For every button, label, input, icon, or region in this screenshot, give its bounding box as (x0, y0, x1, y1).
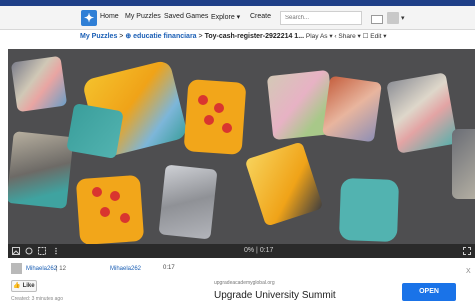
cash-register-key-icon (198, 95, 208, 105)
breadcrumb-folder[interactable]: ⊕ educatie financiara (125, 33, 196, 40)
puzzle-piece[interactable] (10, 55, 68, 113)
breadcrumb: My Puzzles > ⊕ educatie financiara > Toy… (80, 32, 387, 46)
nav-my-puzzles-link[interactable]: My Puzzles (125, 13, 161, 20)
author-puzzle-count: | 12 (56, 266, 66, 272)
top-navbar: ✦ Home My Puzzles Saved Games Explore ▾ … (0, 6, 475, 30)
like-button[interactable]: 👍 Like (11, 280, 37, 292)
nav-saved-games-link[interactable]: Saved Games (164, 13, 208, 20)
author-avatar[interactable] (11, 263, 22, 274)
user-avatar[interactable] (387, 12, 399, 24)
puzzle-piece[interactable] (244, 141, 324, 227)
cash-register-key-icon (92, 187, 102, 197)
puzzle-controls-bar: 0% | 0:17 (8, 244, 475, 258)
search-input[interactable] (280, 11, 362, 25)
solver-name-link[interactable]: Mihaela262 (110, 266, 141, 272)
nav-create-link[interactable]: Create (250, 13, 271, 20)
puzzle-piece[interactable] (386, 72, 458, 154)
puzzle-board[interactable] (8, 49, 475, 244)
cash-register-key-icon (120, 213, 130, 223)
puzzle-piece[interactable] (322, 75, 382, 143)
fullscreen-icon[interactable] (463, 247, 471, 255)
user-menu-chevron-icon[interactable]: ▾ (401, 14, 405, 22)
puzzle-piece[interactable] (338, 178, 400, 242)
created-timestamp: Created: 3 minutes ago (11, 296, 63, 302)
puzzle-piece[interactable] (8, 131, 74, 209)
ad-open-button[interactable]: OPEN (402, 283, 456, 301)
solve-time: 0:17 (163, 265, 175, 271)
ad-close-icon[interactable]: X (466, 268, 471, 275)
nav-explore-menu[interactable]: Explore ▾ (211, 13, 240, 21)
edit-menu[interactable]: ☐ Edit ▾ (361, 33, 387, 40)
puzzle-piece[interactable] (66, 103, 124, 159)
site-logo-icon[interactable]: ✦ (81, 10, 97, 26)
thumbs-up-icon: 👍 (13, 283, 21, 289)
cash-register-key-icon (204, 115, 214, 125)
author-name-link[interactable]: Mihaela262 (26, 266, 57, 272)
ghost-image-icon[interactable] (25, 247, 33, 255)
nav-home-link[interactable]: Home (100, 13, 119, 20)
more-options-icon[interactable] (52, 247, 60, 255)
puzzle-piece[interactable] (75, 174, 145, 244)
progress-timer: 0% | 0:17 (244, 247, 274, 254)
like-label: Like (22, 283, 35, 289)
ad-url: upgradeacademyglobal.org (214, 280, 275, 286)
share-menu[interactable]: ‹ Share ▾ (333, 33, 360, 40)
ad-title[interactable]: Upgrade University Summit (214, 290, 336, 301)
breadcrumb-my-puzzles[interactable]: My Puzzles (80, 33, 117, 40)
puzzle-piece[interactable] (452, 129, 475, 199)
cash-register-key-icon (110, 191, 120, 201)
advertisement[interactable]: upgradeacademyglobal.org Upgrade Univers… (206, 270, 466, 306)
image-preview-icon[interactable] (12, 247, 20, 255)
edge-pieces-icon[interactable] (38, 247, 46, 255)
cash-register-key-icon (222, 123, 232, 133)
play-as-menu[interactable]: Play As ▾ (304, 33, 333, 40)
puzzle-piece[interactable] (183, 79, 247, 155)
cash-register-key-icon (100, 207, 110, 217)
mail-icon[interactable] (371, 15, 383, 24)
breadcrumb-separator: > (196, 33, 205, 40)
puzzle-piece[interactable] (158, 164, 218, 240)
cash-register-key-icon (214, 103, 224, 113)
puzzle-title: Toy-cash-register-2922214 1... (204, 33, 305, 40)
